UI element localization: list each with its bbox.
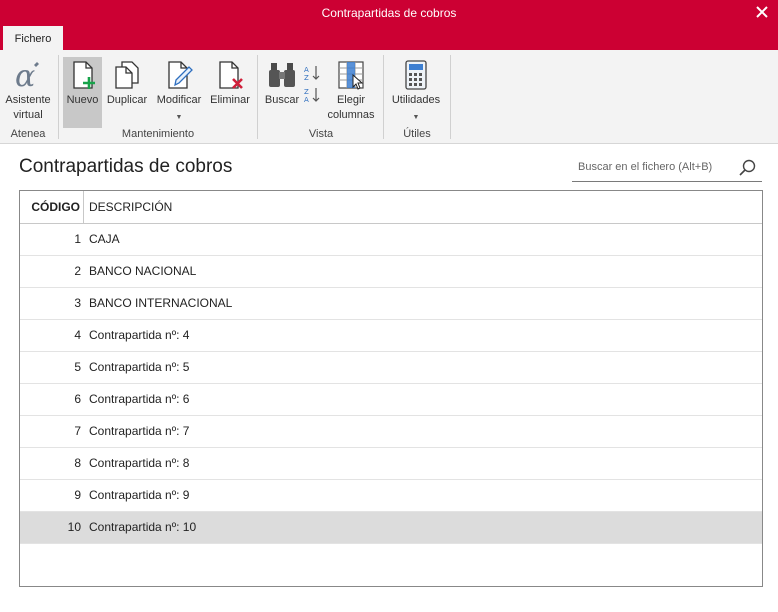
cell-description: Contrapartida nº: 10 [89, 520, 197, 534]
cell-description: BANCO NACIONAL [89, 264, 197, 278]
modify-label: Modificar [156, 94, 202, 106]
column-header-descripcion[interactable]: DESCRIPCIÓN [89, 191, 172, 223]
chevron-down-icon: ▼ [412, 114, 420, 121]
search-icon[interactable] [738, 158, 758, 178]
table-row[interactable]: 4 Contrapartida nº: 4 [20, 320, 762, 352]
tab-fichero[interactable]: Fichero [3, 26, 63, 50]
svg-text:α: α [15, 59, 35, 91]
assistant-label: Asistente virtual [5, 94, 51, 121]
cell-description: BANCO INTERNACIONAL [89, 296, 233, 310]
delete-document-icon [214, 59, 246, 91]
search-field[interactable]: Buscar en el fichero (Alt+B) [572, 156, 762, 182]
delete-label: Eliminar [210, 94, 250, 106]
tab-strip: Fichero [0, 26, 778, 50]
chevron-down-icon: ▼ [175, 114, 183, 121]
binoculars-icon [266, 59, 298, 91]
cell-code: 4 [74, 328, 81, 342]
choose-columns-label: Elegir columnas [327, 94, 375, 121]
group-label-mantenimiento: Mantenimiento [121, 128, 195, 140]
table-row-selected[interactable]: 10 Contrapartida nº: 10 [20, 512, 762, 544]
choose-columns-icon [335, 59, 367, 91]
cell-code: 10 [67, 520, 81, 534]
new-label: Nuevo [66, 94, 99, 106]
table-row[interactable]: 2 BANCO NACIONAL [20, 256, 762, 288]
cell-code: 2 [74, 264, 81, 278]
cell-code: 9 [74, 488, 81, 502]
close-icon[interactable] [752, 2, 772, 22]
table-row[interactable]: 8 Contrapartida nº: 8 [20, 448, 762, 480]
table-row[interactable]: 7 Contrapartida nº: 7 [20, 416, 762, 448]
cell-description: Contrapartida nº: 4 [89, 328, 190, 342]
page-title: Contrapartidas de cobros [19, 156, 233, 177]
duplicate-label: Duplicar [106, 94, 148, 106]
svg-text:A: A [304, 96, 309, 104]
grid-header: CÓDIGO DESCRIPCIÓN [20, 191, 762, 224]
new-button[interactable]: Nuevo [63, 57, 102, 128]
group-divider [383, 55, 384, 139]
svg-text:A: A [304, 66, 309, 74]
window-title: Contrapartidas de cobros [321, 6, 457, 20]
group-divider [257, 55, 258, 139]
sort-descending-icon[interactable]: Z A [303, 86, 321, 104]
delete-button[interactable]: Eliminar [208, 57, 252, 128]
cell-code: 1 [74, 232, 81, 246]
cell-description: Contrapartida nº: 7 [89, 424, 190, 438]
group-label-vista: Vista [308, 128, 334, 140]
search-input[interactable]: Buscar en el fichero (Alt+B) [578, 161, 712, 173]
choose-columns-button[interactable]: Elegir columnas [323, 57, 379, 128]
cell-description: Contrapartida nº: 8 [89, 456, 190, 470]
edit-document-icon [163, 59, 195, 91]
table-row[interactable]: 9 Contrapartida nº: 9 [20, 480, 762, 512]
new-document-icon [67, 59, 99, 91]
data-grid: CÓDIGO DESCRIPCIÓN 1 CAJA 2 BANCO NACION… [19, 190, 763, 587]
column-header-codigo[interactable]: CÓDIGO [20, 191, 84, 223]
table-row[interactable]: 5 Contrapartida nº: 5 [20, 352, 762, 384]
cell-code: 5 [74, 360, 81, 374]
sort-buttons: A Z Z A [303, 64, 321, 106]
svg-text:Z: Z [304, 74, 309, 82]
title-bar: Contrapartidas de cobros [0, 0, 778, 26]
duplicate-icon [111, 59, 143, 91]
duplicate-button[interactable]: Duplicar [104, 57, 150, 128]
table-row[interactable]: 6 Contrapartida nº: 6 [20, 384, 762, 416]
cell-description: Contrapartida nº: 5 [89, 360, 190, 374]
utilities-label: Utilidades [391, 94, 441, 106]
cell-code: 6 [74, 392, 81, 406]
cell-code: 8 [74, 456, 81, 470]
cell-code: 7 [74, 424, 81, 438]
group-label-atenea: Atenea [10, 128, 46, 140]
search-button[interactable]: Buscar [262, 57, 302, 128]
group-divider [58, 55, 59, 139]
search-label: Buscar [264, 94, 300, 106]
table-row[interactable]: 3 BANCO INTERNACIONAL [20, 288, 762, 320]
calculator-icon [400, 59, 432, 91]
alpha-assistant-icon: α [12, 59, 44, 94]
cell-description: Contrapartida nº: 6 [89, 392, 190, 406]
cell-description: CAJA [89, 232, 120, 246]
sort-ascending-icon[interactable]: A Z [303, 64, 321, 82]
cell-code: 3 [74, 296, 81, 310]
ribbon: α Asistente virtual Atenea Nuevo Duplica [0, 50, 778, 144]
table-row[interactable]: 1 CAJA [20, 224, 762, 256]
assistant-button[interactable]: α Asistente virtual [2, 57, 54, 128]
cell-description: Contrapartida nº: 9 [89, 488, 190, 502]
svg-text:Z: Z [304, 88, 309, 96]
group-label-utiles: Útiles [403, 128, 431, 140]
group-divider [450, 55, 451, 139]
utilities-button[interactable]: Utilidades ▼ [387, 57, 445, 128]
modify-button[interactable]: Modificar ▼ [152, 57, 206, 128]
